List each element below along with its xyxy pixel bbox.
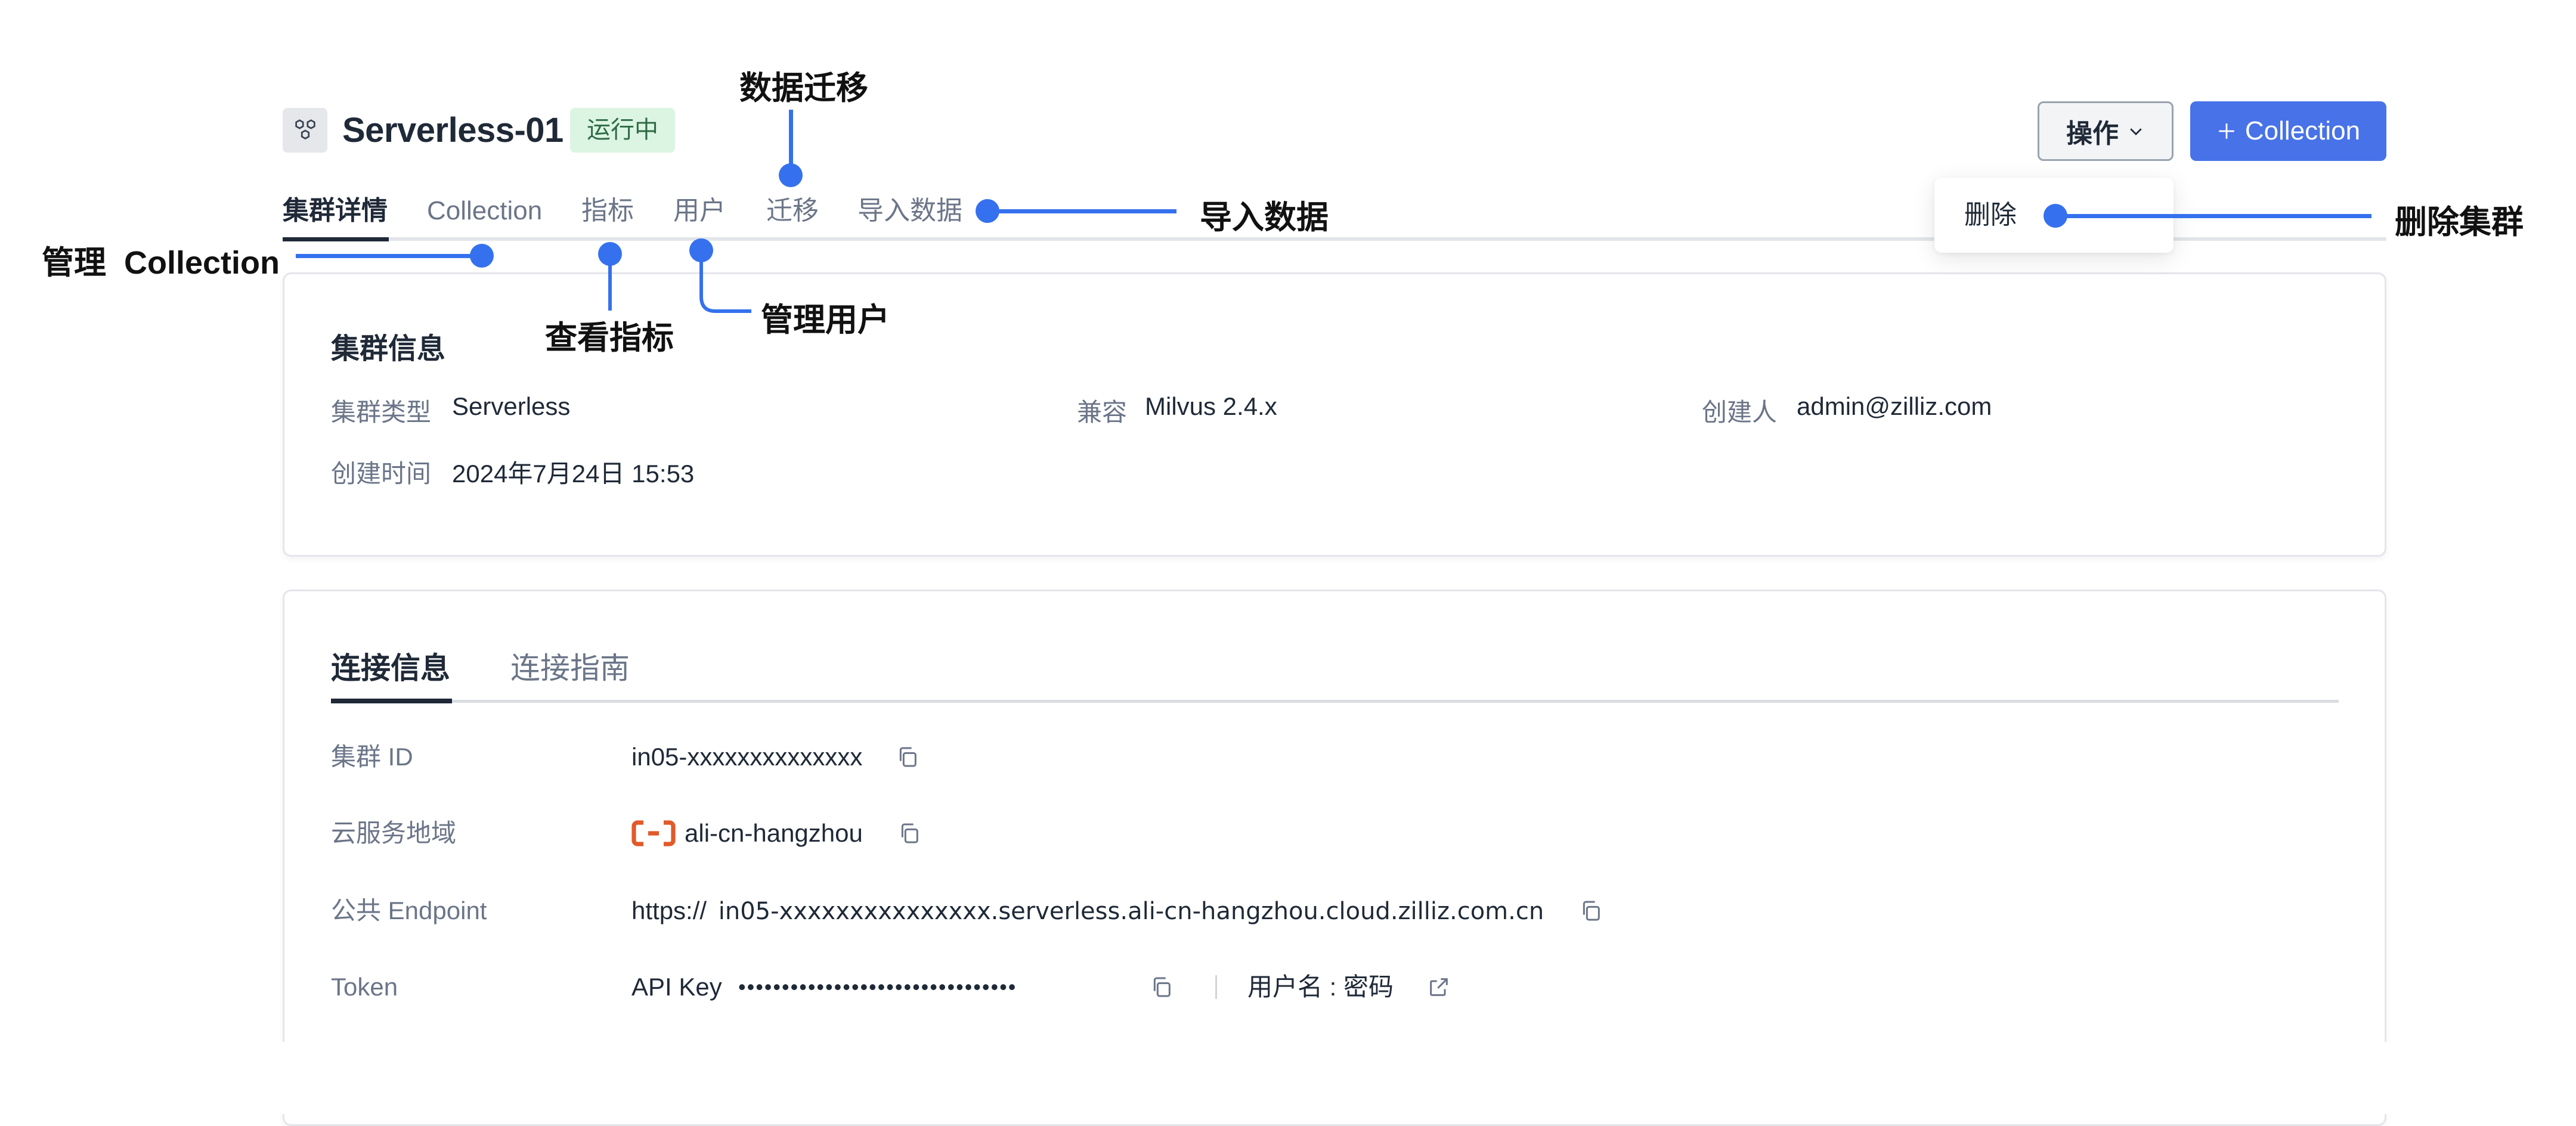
cluster-type-label: 集群类型 (331, 398, 432, 426)
tab-connection-info[interactable]: 连接信息 (331, 649, 450, 688)
annotation-import-data: 导入数据 (1200, 200, 1329, 235)
copy-cluster-id-button[interactable] (896, 745, 919, 772)
annotation-dot (779, 163, 803, 187)
cluster-hexagons-icon (295, 119, 315, 139)
annotation-delete-cluster: 删除集群 (2395, 204, 2524, 240)
tab-metrics[interactable]: 指标 (581, 192, 634, 230)
region-value: ali-cn-hangzhou (685, 819, 863, 847)
endpoint-prefix: https:// (631, 897, 707, 925)
creator-value: admin@zilliz.com (1797, 392, 1992, 420)
copy-region-button[interactable] (897, 821, 921, 848)
open-credentials-button[interactable] (1427, 975, 1451, 1002)
add-collection-label: Collection (2244, 116, 2361, 145)
created-time-label: 创建时间 (331, 460, 432, 488)
operations-button[interactable]: 操作 (2038, 101, 2174, 161)
delete-menu-item[interactable]: 删除 (1964, 196, 2017, 234)
annotation-dot (470, 244, 494, 268)
add-collection-button[interactable]: Collection (2190, 101, 2386, 161)
annotation-manage-users: 管理用户 (761, 302, 890, 338)
cluster-icon-box (283, 108, 327, 153)
endpoint-label: 公共 Endpoint (331, 897, 487, 925)
compatibility-value: Milvus 2.4.x (1145, 392, 1277, 420)
tab-users[interactable]: 用户 (673, 192, 726, 230)
endpoint-value: in05-xxxxxxxxxxxxxxx.serverless.ali-cn-h… (718, 898, 1544, 925)
page-title: Serverless-01 (342, 111, 564, 150)
chevron-down-icon (2130, 128, 2142, 135)
copy-api-key-button[interactable] (1150, 975, 1174, 1002)
copy-icon (901, 823, 918, 843)
region-label: 云服务地域 (331, 819, 457, 847)
token-label: Token (331, 973, 398, 1001)
tab-cluster-details[interactable]: 集群详情 (283, 192, 388, 230)
cluster-type-value: Serverless (452, 392, 571, 420)
connection-tabs-divider (331, 700, 2339, 703)
copy-endpoint-button[interactable] (1579, 899, 1603, 926)
tab-migration[interactable]: 迁移 (766, 192, 819, 230)
creator-label: 创建人 (1702, 398, 1778, 426)
api-key-label: API Key (631, 973, 722, 1001)
plus-icon (2219, 123, 2234, 139)
cluster-id-value: in05-xxxxxxxxxxxxxx (631, 743, 863, 771)
tab-collection[interactable]: Collection (427, 192, 542, 230)
active-tab-indicator (283, 237, 389, 241)
annotation-line (296, 254, 482, 258)
page-crop-mask (0, 1042, 2576, 1114)
annotation-curved-line (699, 250, 751, 313)
endpoint-value-wrap: https:// in05-xxxxxxxxxxxxxxx.serverless… (631, 892, 1544, 930)
annotation-data-migration: 数据迁移 (739, 70, 868, 106)
copy-icon (1153, 977, 1171, 997)
copy-icon (1583, 901, 1600, 921)
annotation-line (2055, 214, 2371, 218)
tab-import-data[interactable]: 导入数据 (857, 192, 962, 230)
connection-active-tab-indicator (331, 699, 452, 703)
annotation-manage-collection: 管理 Collection (42, 245, 280, 281)
compatibility-label: 兼容 (1077, 398, 1128, 426)
username-password-link[interactable]: 用户名 : 密码 (1247, 968, 1394, 1006)
created-time-value: 2024年7月24日 15:53 (452, 460, 695, 488)
external-link-icon (1430, 978, 1448, 996)
annotation-line (608, 254, 612, 311)
copy-icon (899, 747, 917, 767)
cluster-info-title: 集群信息 (331, 333, 446, 365)
alibaba-cloud-icon (631, 819, 676, 851)
cluster-id-label: 集群 ID (331, 743, 413, 771)
annotation-view-metrics: 查看指标 (545, 320, 674, 356)
status-badge: 运行中 (570, 108, 675, 153)
operations-label: 操作 (2066, 119, 2119, 148)
tab-connection-guide[interactable]: 连接指南 (510, 649, 630, 688)
annotation-line (987, 209, 1176, 213)
api-key-value: •••••••••••••••••••••••••••••••• (738, 975, 1017, 999)
token-divider (1215, 975, 1217, 999)
